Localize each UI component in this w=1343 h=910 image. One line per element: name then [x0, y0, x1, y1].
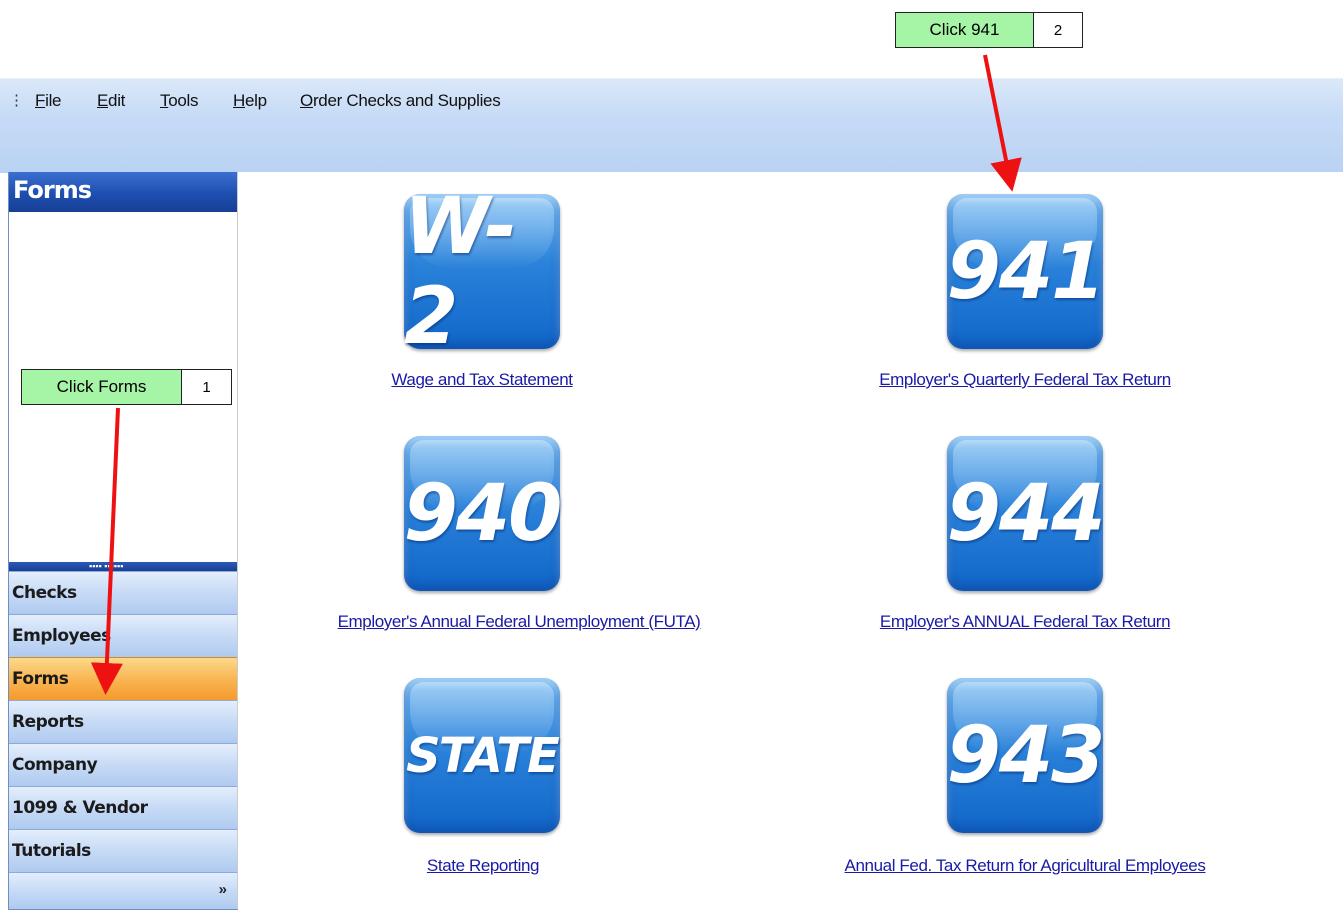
sidebar-item-employees[interactable]: Employees [9, 614, 237, 657]
chevron-right-icon: » [218, 881, 227, 898]
sidebar-item-tutorials[interactable]: Tutorials [9, 829, 237, 872]
callout-label: Click Forms [21, 369, 182, 405]
sidebar-item-company[interactable]: Company [9, 743, 237, 786]
940-form-icon[interactable]: 940 [404, 436, 562, 591]
menu-tools[interactable]: Tools [160, 91, 199, 111]
callout-step-number: 1 [182, 369, 232, 405]
callout-step-number: 2 [1034, 12, 1083, 48]
941-form-icon[interactable]: 941 [947, 194, 1105, 349]
state-form-icon[interactable]: STATE [404, 678, 560, 833]
sidebar: Forms ▪▪▪▪ ▪▪▪▪▪▪ Checks Employees Forms… [8, 172, 238, 910]
sidebar-splitter[interactable]: ▪▪▪▪ ▪▪▪▪▪▪ [9, 561, 237, 571]
944-form-icon[interactable]: 944 [947, 436, 1105, 591]
menu-bar: ⋮ File Edit Tools Help Order Checks and … [0, 78, 1343, 173]
941-form-link[interactable]: Employer's Quarterly Federal Tax Return [879, 370, 1171, 390]
menu-edit[interactable]: Edit [97, 91, 125, 111]
callout-label: Click 941 [895, 12, 1034, 48]
menu-order-checks[interactable]: Order Checks and Supplies [300, 91, 501, 111]
callout-click-forms: Click Forms 1 [21, 369, 232, 405]
sidebar-item-forms[interactable]: Forms [9, 657, 237, 700]
944-form-link[interactable]: Employer's ANNUAL Federal Tax Return [880, 612, 1171, 632]
sidebar-item-1099-vendor[interactable]: 1099 & Vendor [9, 786, 237, 829]
callout-click-941: Click 941 2 [895, 12, 1083, 48]
state-form-link[interactable]: State Reporting [427, 856, 540, 876]
sidebar-item-checks[interactable]: Checks [9, 571, 237, 614]
w2-form-icon[interactable]: W-2 [404, 182, 560, 362]
menu-help[interactable]: Help [233, 91, 267, 111]
sidebar-title: Forms [9, 172, 237, 212]
forms-panel: W-2 Wage and Tax Statement 941 Employer'… [237, 172, 1343, 909]
w2-form-link[interactable]: Wage and Tax Statement [391, 370, 573, 390]
940-form-link[interactable]: Employer's Annual Federal Unemployment (… [338, 612, 701, 632]
943-form-link[interactable]: Annual Fed. Tax Return for Agricultural … [845, 856, 1206, 876]
toolbar-grip-icon[interactable]: ⋮ [9, 91, 24, 109]
sidebar-more-buttons[interactable]: » [9, 872, 237, 909]
menu-file[interactable]: File [35, 91, 62, 111]
sidebar-item-reports[interactable]: Reports [9, 700, 237, 743]
943-form-icon[interactable]: 943 [947, 678, 1105, 833]
